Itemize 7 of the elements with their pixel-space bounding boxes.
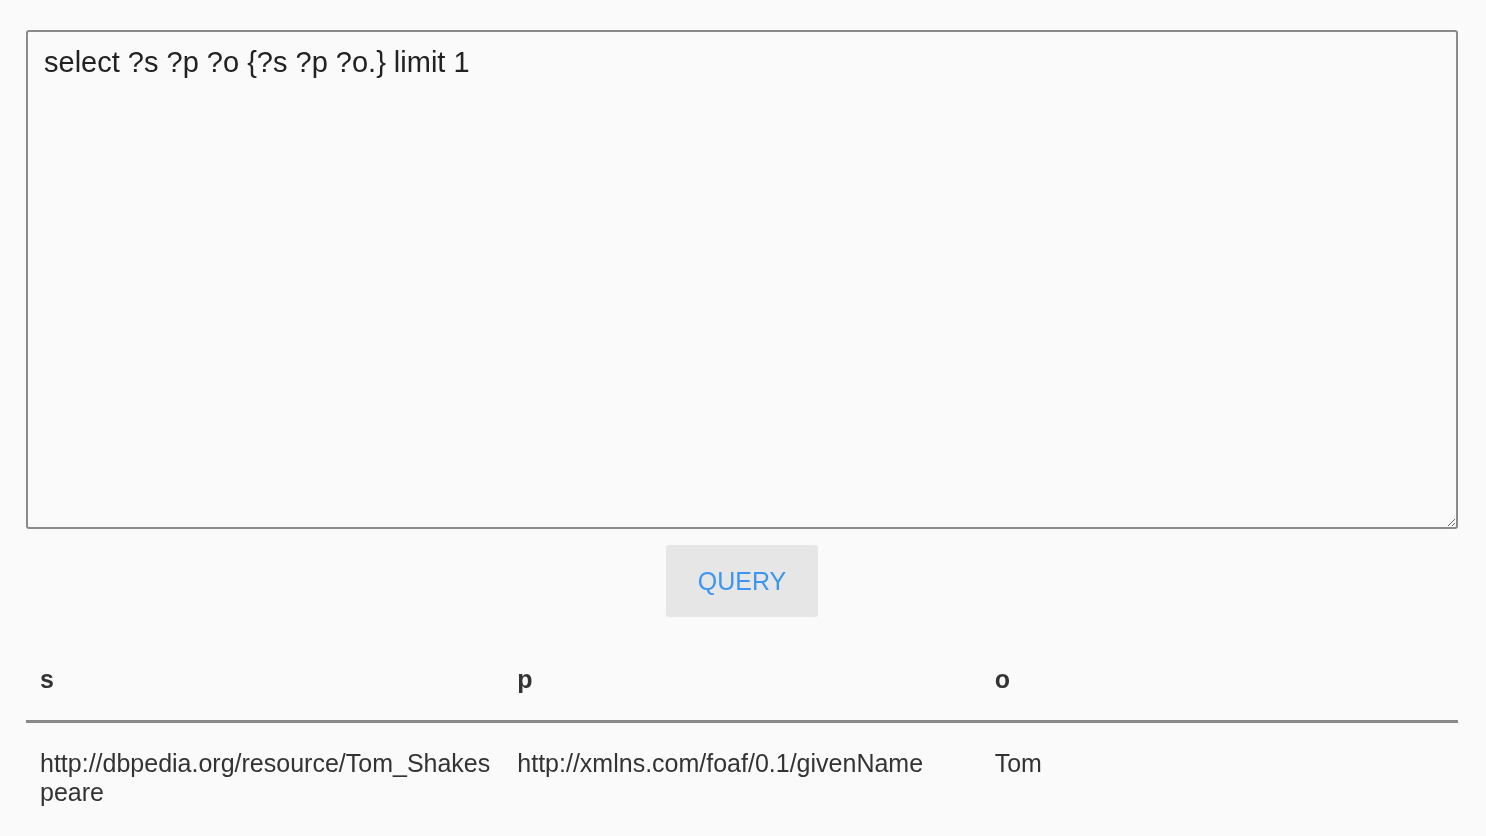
column-header: o xyxy=(980,647,1458,722)
query-field[interactable]: select ?s ?p ?o {?s ?p ?o.} limit 1 xyxy=(26,30,1458,529)
column-header: s xyxy=(26,647,504,722)
table-cell: Tom xyxy=(980,721,1458,807)
table-cell: http://xmlns.com/foaf/0.1/givenName xyxy=(503,721,981,807)
column-header: p xyxy=(503,647,981,722)
table-cell: http://dbpedia.org/resource/Tom_Shakespeare xyxy=(26,721,504,807)
